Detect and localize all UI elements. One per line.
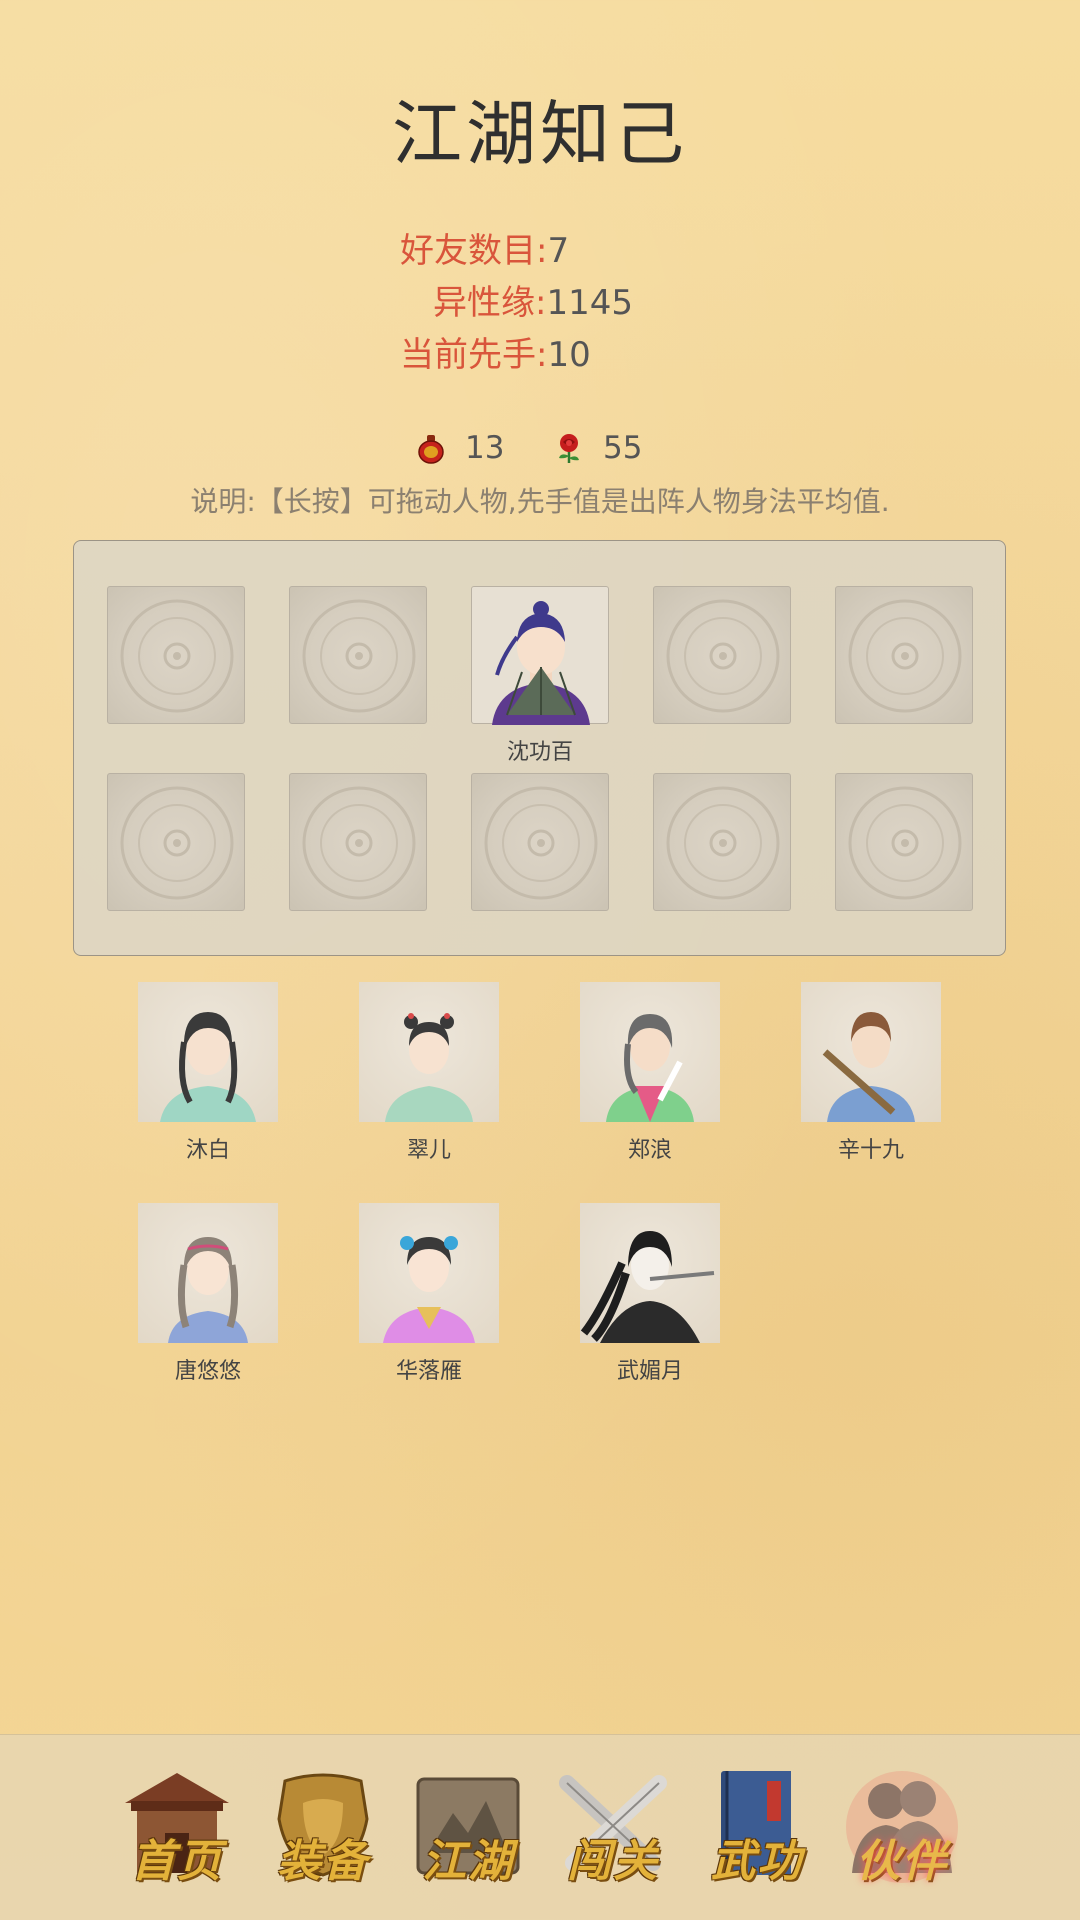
friend-card[interactable]: 沐白: [138, 982, 278, 1164]
lineup-slot-empty[interactable]: [471, 773, 609, 911]
portrait-mubai: [138, 982, 278, 1122]
gourd-count: 13: [465, 430, 505, 466]
portrait-xinshijiu: [801, 982, 941, 1122]
charm-row: 异性缘:1145: [433, 277, 633, 329]
friend-card[interactable]: 武媚月: [580, 1203, 720, 1385]
charm-label: 异性缘:: [433, 283, 547, 323]
gourd-icon: [415, 432, 447, 464]
portrait-cuier: [359, 982, 499, 1122]
emblem-icon: [302, 599, 416, 713]
emblem-icon: [666, 599, 780, 713]
instruction-note: 说明:【长按】可拖动人物,先手值是出阵人物身法平均值.: [190, 485, 890, 518]
portrait-hualuoyan: [359, 1203, 499, 1343]
friend-name: 沐白: [185, 1138, 230, 1163]
friend-card[interactable]: 翠儿: [359, 982, 499, 1164]
emblem-icon: [120, 599, 234, 713]
currency-bar: 13 55: [0, 430, 1080, 480]
friend-count-row: 好友数目:7: [400, 225, 569, 277]
friend-name: 华落雁: [395, 1359, 462, 1384]
initiative-label: 当前先手:: [400, 335, 548, 375]
lineup-slot-empty[interactable]: [289, 773, 427, 911]
nav-label: 首页: [131, 1836, 223, 1887]
friend-count-value: 7: [547, 231, 570, 271]
gourd-currency: 13: [415, 430, 504, 466]
emblem-icon: [848, 599, 962, 713]
friend-card[interactable]: 唐悠悠: [138, 1203, 278, 1385]
friend-name: 唐悠悠: [174, 1359, 241, 1384]
lineup-slot-empty[interactable]: [653, 773, 791, 911]
nav-label: 伙伴: [856, 1836, 948, 1887]
friend-name: 辛十九: [837, 1138, 904, 1163]
lineup-slot-empty[interactable]: [835, 586, 973, 724]
lineup-slot-occupied[interactable]: [471, 586, 609, 725]
portrait-shen-gongbai: [492, 601, 590, 725]
lineup-slot-empty[interactable]: [835, 773, 973, 911]
portrait-wumeiyue: [580, 1203, 720, 1343]
emblem-icon: [848, 786, 962, 900]
rose-icon: [553, 432, 585, 464]
initiative-value: 10: [547, 335, 591, 375]
nav-martial-arts[interactable]: 武功: [697, 1763, 817, 1891]
friend-name: 翠儿: [406, 1138, 451, 1163]
page-title: 江湖知己: [392, 93, 688, 175]
lineup-slot-empty[interactable]: [289, 586, 427, 724]
lineup-slot-empty[interactable]: [653, 586, 791, 724]
rose-count: 55: [603, 430, 643, 466]
lineup-slot-empty[interactable]: [107, 773, 245, 911]
friend-count-label: 好友数目:: [400, 231, 548, 271]
nav-companions[interactable]: 伙伴: [842, 1763, 962, 1891]
emblem-icon: [302, 786, 416, 900]
nav-jianghu[interactable]: 江湖: [408, 1763, 528, 1891]
emblem-icon: [484, 786, 598, 900]
nav-equipment[interactable]: 装备: [263, 1763, 383, 1891]
nav-challenge[interactable]: 闯关: [553, 1763, 673, 1891]
friend-name: 郑浪: [627, 1138, 672, 1163]
nav-label: 装备: [277, 1836, 369, 1887]
emblem-icon: [120, 786, 234, 900]
nav-home[interactable]: 首页: [117, 1763, 237, 1891]
lineup-panel: 沈功百: [73, 540, 1006, 956]
nav-label: 江湖: [422, 1836, 514, 1887]
rose-currency: 55: [553, 430, 642, 466]
portrait-tangyouyou: [138, 1203, 278, 1343]
portrait-zhenglang: [580, 982, 720, 1122]
friend-card[interactable]: 华落雁: [359, 1203, 499, 1385]
lineup-slot-empty[interactable]: [107, 586, 245, 724]
friend-card[interactable]: 郑浪: [580, 982, 720, 1164]
initiative-row: 当前先手:10: [400, 329, 591, 381]
emblem-icon: [666, 786, 780, 900]
nav-label: 武功: [711, 1836, 803, 1887]
active-character-name: 沈功百: [506, 740, 573, 765]
bottom-nav: 首页 装备 江湖 闯关 武功 伙伴: [0, 1734, 1080, 1920]
friend-name: 武媚月: [616, 1359, 683, 1384]
charm-value: 1145: [546, 283, 633, 323]
nav-label: 闯关: [567, 1836, 659, 1887]
friend-card[interactable]: 辛十九: [801, 982, 941, 1164]
